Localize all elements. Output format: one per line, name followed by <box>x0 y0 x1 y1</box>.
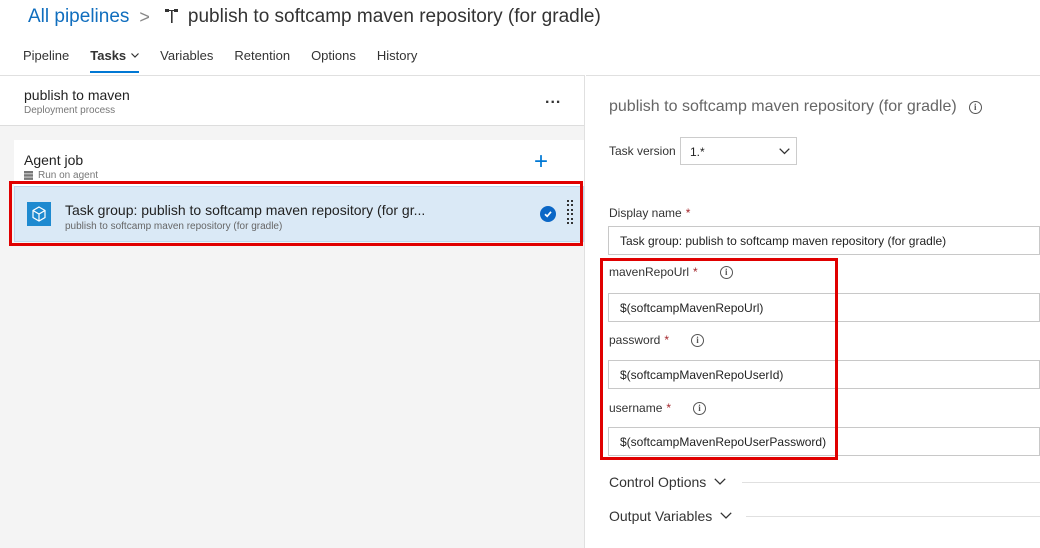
maven-repo-url-field[interactable]: $(softcampMavenRepoUrl) <box>608 293 1040 322</box>
more-actions-button[interactable]: ... <box>545 90 561 108</box>
password-label: password * i <box>609 333 705 347</box>
page-header: All pipelines > publish to softcamp mave… <box>0 0 1040 75</box>
task-version-value: 1.* <box>690 145 705 159</box>
output-variables-toggle[interactable]: Output Variables <box>609 508 732 524</box>
control-options-toggle[interactable]: Control Options <box>609 474 726 490</box>
info-icon[interactable]: i <box>968 100 982 114</box>
task-subtitle: publish to softcamp maven repository (fo… <box>65 221 283 232</box>
tab-retention[interactable]: Retention <box>234 48 290 73</box>
tab-label: History <box>376 48 418 63</box>
maven-repo-url-label-text: mavenRepoUrl <box>609 265 690 279</box>
drag-handle-icon[interactable] <box>567 200 573 228</box>
agent-job-subtitle: Run on agent <box>24 170 98 181</box>
cube-icon <box>32 206 46 222</box>
info-icon[interactable]: i <box>691 333 705 347</box>
server-icon <box>24 171 33 180</box>
process-subtitle: Deployment process <box>24 105 116 116</box>
breadcrumb-separator: > <box>139 6 150 27</box>
agent-job-card[interactable]: Agent job Run on agent + <box>14 140 584 186</box>
tab-label: Variables <box>160 48 214 63</box>
tab-variables[interactable]: Variables <box>160 48 213 73</box>
required-marker: * <box>693 265 698 279</box>
agent-job-subtitle-text: Run on agent <box>38 170 99 181</box>
password-field[interactable]: $(softcampMavenRepoUserId) <box>608 360 1040 389</box>
enabled-check-icon <box>540 206 556 222</box>
tab-tasks[interactable]: Tasks <box>90 48 140 73</box>
agent-job-title: Agent job <box>24 152 84 168</box>
display-name-field[interactable]: Task group: publish to softcamp maven re… <box>608 226 1040 255</box>
release-pipeline-icon <box>164 9 178 23</box>
tab-label: Pipeline <box>23 48 70 63</box>
process-title: publish to maven <box>24 87 130 103</box>
info-icon[interactable]: i <box>693 401 707 415</box>
chevron-down-icon <box>720 512 732 519</box>
username-label: username * i <box>609 401 707 415</box>
control-options-label: Control Options <box>609 474 707 490</box>
all-pipelines-link[interactable]: All pipelines <box>28 6 129 28</box>
tab-label: Tasks <box>90 48 127 63</box>
tab-history[interactable]: History <box>377 48 417 73</box>
chevron-down-icon <box>779 148 790 155</box>
tab-label: Options <box>311 48 356 63</box>
details-title-text: publish to softcamp maven repository (fo… <box>609 98 957 115</box>
maven-repo-url-label: mavenRepoUrl * i <box>609 265 733 279</box>
task-title: Task group: publish to softcamp maven re… <box>65 202 426 218</box>
required-marker: * <box>666 401 672 415</box>
tab-options[interactable]: Options <box>311 48 356 73</box>
task-group-row[interactable]: Task group: publish to softcamp maven re… <box>14 186 584 242</box>
username-field[interactable]: $(softcampMavenRepoUserPassword) <box>608 427 1040 456</box>
chevron-down-icon <box>131 53 140 58</box>
task-details-pane: publish to softcamp maven repository (fo… <box>586 75 1040 548</box>
section-divider <box>742 482 1040 483</box>
process-pane: publish to maven Deployment process ... … <box>0 75 585 548</box>
section-divider <box>746 516 1040 517</box>
display-name-label: Display name * <box>609 206 690 220</box>
username-label-text: username <box>609 401 663 415</box>
details-title: publish to softcamp maven repository (fo… <box>609 98 982 116</box>
tab-label: Retention <box>234 48 291 63</box>
task-version-select[interactable]: 1.* <box>680 137 797 165</box>
breadcrumb: All pipelines > publish to softcamp mave… <box>28 5 601 29</box>
chevron-down-icon <box>714 478 726 485</box>
task-version-label: Task version <box>609 144 676 158</box>
info-icon[interactable]: i <box>719 265 733 279</box>
password-label-text: password <box>609 333 661 347</box>
tab-bar: Pipeline Tasks Variables Retention Optio… <box>23 48 438 73</box>
page-title: publish to softcamp maven repository (fo… <box>187 6 601 27</box>
output-variables-label: Output Variables <box>609 508 713 524</box>
required-marker: * <box>685 206 691 220</box>
task-group-icon <box>27 202 51 226</box>
deployment-process-card[interactable]: publish to maven Deployment process ... <box>0 76 584 126</box>
tab-pipeline[interactable]: Pipeline <box>23 48 69 73</box>
add-task-button[interactable]: + <box>534 150 548 174</box>
display-name-label-text: Display name <box>609 206 682 220</box>
required-marker: * <box>664 333 670 347</box>
